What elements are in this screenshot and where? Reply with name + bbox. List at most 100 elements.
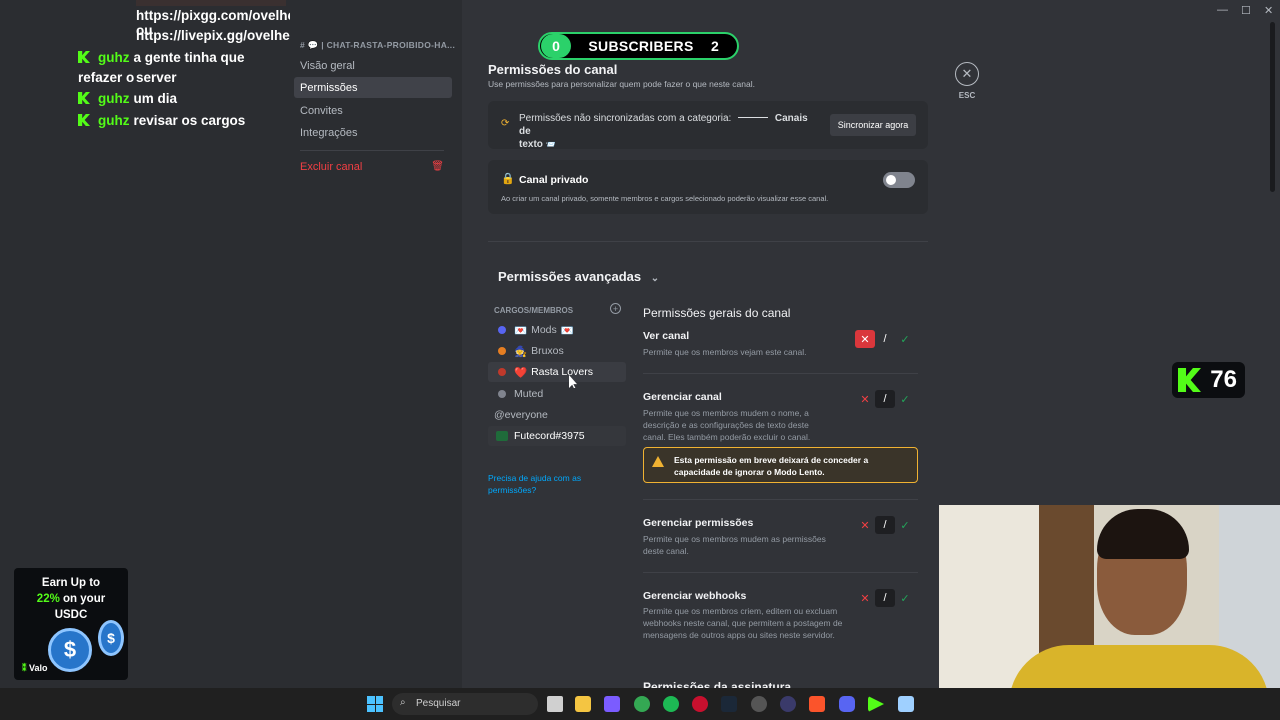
- member-item-futecord[interactable]: Futecord#3975: [488, 426, 626, 446]
- add-role-icon[interactable]: +: [610, 303, 621, 314]
- deny-button[interactable]: ✕: [855, 589, 875, 607]
- brave-icon[interactable]: [809, 696, 825, 712]
- delete-channel-button[interactable]: Excluir canal 🗑: [294, 156, 452, 177]
- avatar: [496, 431, 508, 441]
- discord-icon[interactable]: [839, 696, 855, 712]
- steam-icon[interactable]: [721, 696, 737, 712]
- kick-icon: [78, 51, 90, 63]
- perm-webhooks-title: Gerenciar webhooks: [643, 590, 747, 602]
- neutral-button[interactable]: /: [875, 330, 895, 348]
- redacted-bar: [136, 0, 286, 6]
- perm-webhooks-control: ✕ / ✓: [855, 589, 917, 607]
- promo-ad[interactable]: Earn Up to 22% on your USDC $ $ ⁑ Valo: [14, 568, 128, 680]
- allow-button[interactable]: ✓: [895, 390, 915, 408]
- divider: [643, 373, 918, 374]
- kick-icon: [78, 92, 90, 104]
- kick-app-icon[interactable]: [868, 696, 884, 712]
- minimize-icon[interactable]: —: [1217, 4, 1228, 16]
- stream-overlay: https://pixgg.com/ovelhera ou https://li…: [0, 0, 308, 688]
- neutral-button[interactable]: /: [875, 589, 895, 607]
- perm-manage-channel-control: ✕ / ✓: [855, 390, 917, 408]
- general-perms-title: Permissões gerais do canal: [643, 306, 791, 320]
- roles-header: CARGOS/MEMBROS: [494, 306, 574, 315]
- channel-header: # 💬 | CHAT-RASTA-PROIBIDO-HA...: [300, 40, 456, 50]
- warning-icon: [652, 456, 664, 467]
- deny-button[interactable]: ✕: [855, 330, 875, 348]
- sidebar-item-integrations[interactable]: Integrações: [294, 122, 452, 143]
- close-icon[interactable]: ✕: [955, 62, 979, 86]
- usdc-coin-icon: $: [48, 628, 92, 672]
- page-subtitle: Use permissões para personalizar quem po…: [488, 79, 755, 89]
- perm-manage-channel-desc: Permite que os membros mudem o nome, a d…: [643, 408, 811, 442]
- allow-button[interactable]: ✓: [895, 589, 915, 607]
- chat-message: guhz a gente tinha que refazer o: [78, 50, 245, 85]
- advanced-perms-toggle[interactable]: Permissões avançadas ⌄: [498, 269, 659, 284]
- notepad-icon[interactable]: [898, 696, 914, 712]
- app-icon[interactable]: [780, 696, 796, 712]
- file-explorer-icon[interactable]: [575, 696, 591, 712]
- perm-view-channel-title: Ver canal: [643, 330, 690, 342]
- private-channel-desc: Ao criar um canal privado, somente membr…: [501, 194, 829, 203]
- private-channel-title: Canal privado: [519, 174, 589, 186]
- role-color-dot: [498, 326, 506, 334]
- next-section-title: Permissões da assinatura: [643, 680, 792, 688]
- allow-button[interactable]: ✓: [895, 330, 915, 348]
- spotify-icon[interactable]: [663, 696, 679, 712]
- role-item-everyone[interactable]: @everyone: [488, 405, 626, 425]
- kick-icon: [1178, 368, 1201, 392]
- obs-icon[interactable]: [751, 696, 767, 712]
- chrome-icon[interactable]: [634, 696, 650, 712]
- chat-message: guhz um dia: [78, 89, 177, 109]
- divider: [300, 150, 444, 151]
- page-title: Permissões do canal: [488, 62, 618, 77]
- taskbar: ⌕ Pesquisar: [0, 688, 1280, 720]
- deny-button[interactable]: ✕: [855, 390, 875, 408]
- allow-button[interactable]: ✓: [895, 516, 915, 534]
- apps-icon[interactable]: [604, 696, 620, 712]
- neutral-button[interactable]: /: [875, 516, 895, 534]
- subscribers-widget: 0 SUBSCRIBERS 2: [538, 32, 739, 60]
- sidebar-item-invites[interactable]: Convites: [294, 100, 452, 121]
- close-window-icon[interactable]: ✕: [1264, 4, 1273, 17]
- private-channel-toggle[interactable]: [883, 172, 915, 188]
- perm-webhooks-desc: Permite que os membros criem, editem ou …: [643, 606, 843, 640]
- usdc-coin-icon: $: [98, 620, 124, 656]
- chat-message-cont: server: [136, 70, 177, 85]
- windows-start-icon[interactable]: [367, 696, 383, 712]
- sidebar-item-overview[interactable]: Visão geral: [294, 55, 452, 76]
- chevron-down-icon: ⌄: [650, 273, 660, 284]
- perm-manage-perms-desc: Permite que os membros mudem as permissõ…: [643, 534, 826, 556]
- divider: [643, 572, 918, 573]
- divider: [643, 499, 918, 500]
- role-item-muted[interactable]: Muted: [488, 384, 626, 404]
- settings-sidebar: # 💬 | CHAT-RASTA-PROIBIDO-HA... Visão ge…: [290, 0, 462, 688]
- search-input[interactable]: ⌕ Pesquisar: [392, 693, 538, 715]
- lock-icon: 🔒: [501, 173, 515, 185]
- sidebar-item-permissions[interactable]: Permissões: [294, 77, 452, 98]
- perm-manage-channel-title: Gerenciar canal: [643, 391, 722, 403]
- sync-text: Permissões não sincronizadas com a categ…: [519, 113, 808, 150]
- sync-now-button[interactable]: Sincronizar agora: [830, 114, 916, 136]
- role-item-bruxos[interactable]: 🧙 Bruxos: [488, 341, 626, 361]
- help-link[interactable]: Precisa de ajuda com as permissões?: [488, 472, 608, 496]
- role-color-dot: [498, 368, 506, 376]
- chat-donation-line-2: https://livepix.gg/ovelhera: [136, 28, 303, 43]
- role-item-rasta-lovers[interactable]: ❤️ Rasta Lovers: [488, 362, 626, 382]
- maximize-icon[interactable]: ☐: [1241, 4, 1251, 17]
- kick-icon: [78, 114, 90, 126]
- chat-message: guhz revisar os cargos: [78, 111, 245, 131]
- trash-icon: 🗑: [431, 161, 444, 172]
- scrollbar[interactable]: [1270, 22, 1275, 192]
- neutral-button[interactable]: /: [875, 390, 895, 408]
- role-color-dot: [498, 390, 506, 398]
- divider: [488, 241, 928, 242]
- opera-icon[interactable]: [692, 696, 708, 712]
- deny-button[interactable]: ✕: [855, 516, 875, 534]
- sync-icon: ⟳: [501, 118, 510, 129]
- esc-label: ESC: [958, 91, 976, 100]
- perm-manage-perms-control: ✕ / ✓: [855, 516, 917, 534]
- search-icon: ⌕: [400, 697, 406, 708]
- perm-view-channel-desc: Permite que os membros vejam este canal.: [643, 347, 807, 357]
- task-view-icon[interactable]: [547, 696, 563, 712]
- role-item-mods[interactable]: 💌 Mods 💌: [488, 320, 626, 340]
